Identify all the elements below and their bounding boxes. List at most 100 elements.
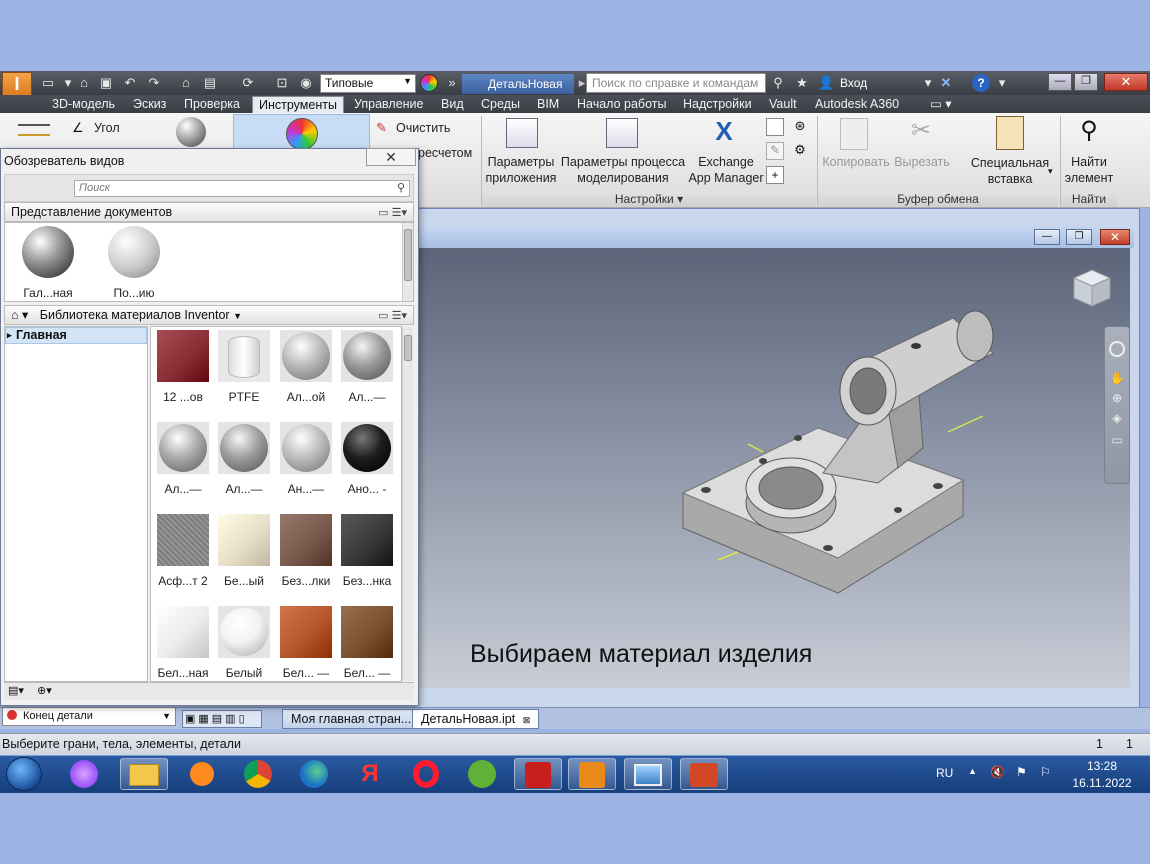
- appearance-dropdown[interactable]: Типовые ▼: [320, 74, 416, 93]
- save-icon[interactable]: ▣: [98, 75, 114, 91]
- cut-button[interactable]: Вырезать: [892, 154, 952, 170]
- action-center-icon[interactable]: ⚐: [1040, 765, 1051, 779]
- look-at-icon[interactable]: ▭: [1110, 433, 1124, 447]
- material-swatch[interactable]: [218, 330, 270, 382]
- help-dropdown-icon[interactable]: ▾: [994, 75, 1010, 91]
- binoculars-icon[interactable]: ⚲: [770, 75, 786, 91]
- yandex-alice-icon[interactable]: [60, 758, 108, 790]
- home-icon[interactable]: ⌂: [178, 75, 194, 91]
- dialog-close-button[interactable]: ✕: [366, 148, 416, 166]
- clock-time[interactable]: 13:28: [1072, 759, 1132, 773]
- app-options-button[interactable]: Параметры приложения: [484, 154, 558, 186]
- exchange-app-manager-button[interactable]: Exchange App Manager: [686, 154, 766, 186]
- start-button[interactable]: [6, 757, 42, 791]
- utorrent-icon[interactable]: [458, 758, 506, 790]
- tab-inspect[interactable]: Проверка: [178, 96, 246, 113]
- help-icon[interactable]: ?: [972, 74, 990, 92]
- help-search-input[interactable]: Поиск по справке и командам: [586, 73, 766, 93]
- material-swatch[interactable]: [157, 514, 209, 566]
- redo-icon[interactable]: ↷: [146, 75, 162, 91]
- zoom-icon[interactable]: ⊕: [1110, 391, 1124, 405]
- model-browser-end-of-part[interactable]: Конец детали ▼: [2, 707, 176, 726]
- close-button[interactable]: ✕: [1104, 73, 1148, 91]
- model-viewport[interactable]: [418, 248, 1130, 688]
- tab-sketch[interactable]: Эскиз: [127, 96, 172, 113]
- update-icon[interactable]: ⟳: [240, 75, 256, 91]
- exchange-x-icon[interactable]: ✕: [938, 75, 954, 91]
- expand-arrow-icon[interactable]: ▸: [7, 328, 12, 343]
- tree-item-main[interactable]: ▸ Главная: [5, 327, 147, 344]
- material-swatch[interactable]: [218, 422, 270, 474]
- clear-button[interactable]: Очистить: [396, 120, 450, 136]
- library-manage-icon[interactable]: ▤▾: [8, 685, 24, 697]
- orbit-icon[interactable]: ◈: [1110, 411, 1124, 425]
- tray-expand-icon[interactable]: ▲: [968, 766, 977, 776]
- language-indicator[interactable]: RU: [936, 766, 953, 780]
- material-swatch[interactable]: [157, 330, 209, 382]
- favorites-star-icon[interactable]: ★: [794, 75, 810, 91]
- copy-button[interactable]: Копировать: [820, 154, 892, 170]
- doc-scrollbar[interactable]: [402, 223, 413, 301]
- material-swatch[interactable]: [280, 514, 332, 566]
- edge-icon[interactable]: [290, 758, 338, 790]
- tab-tools[interactable]: Инструменты: [252, 96, 344, 113]
- close-tab-icon[interactable]: ⊠: [523, 715, 531, 725]
- doc-settings-button[interactable]: Параметры процесса моделирования: [560, 154, 686, 186]
- material-swatch[interactable]: [218, 514, 270, 566]
- network-icon[interactable]: ⚑: [1016, 765, 1027, 779]
- material-search-input[interactable]: Поиск ⚲: [74, 180, 410, 197]
- media-player-icon[interactable]: [178, 758, 226, 790]
- steering-wheel-icon[interactable]: [1109, 341, 1125, 357]
- material-sphere-icon[interactable]: [176, 117, 206, 147]
- addin-manager-icon[interactable]: ⊛: [790, 118, 810, 136]
- opera-icon[interactable]: [402, 758, 450, 790]
- pan-icon[interactable]: ✋: [1110, 371, 1125, 385]
- material-swatch[interactable]: [157, 606, 209, 658]
- window-arrange-icons[interactable]: ▣▦▤▥▯: [182, 710, 262, 728]
- powerpoint-icon[interactable]: [680, 758, 728, 790]
- tab-get-started[interactable]: Начало работы: [571, 96, 672, 113]
- project-icon[interactable]: ▤: [202, 75, 218, 91]
- material-swatch[interactable]: [280, 422, 332, 474]
- clock-date[interactable]: 16.11.2022: [1064, 776, 1140, 790]
- tab-autodesk-a360[interactable]: Autodesk A360: [809, 96, 905, 113]
- tab-part-document[interactable]: ДетальНовая.ipt ⊠: [412, 709, 540, 729]
- library-header[interactable]: ⌂ ▾ Библиотека материалов Inventor ▼ ▭ ☰…: [4, 305, 414, 325]
- tab-view[interactable]: Вид: [435, 96, 470, 113]
- document-materials-header[interactable]: Представление документов ▭ ☰▾: [4, 202, 414, 222]
- part-model[interactable]: [418, 248, 1130, 688]
- acrobat-icon[interactable]: [514, 758, 562, 790]
- grid-scrollbar[interactable]: [402, 327, 413, 681]
- event-watcher-icon[interactable]: ⚙: [790, 142, 810, 160]
- material-swatch[interactable]: [218, 606, 270, 658]
- dropdown-arrow-icon[interactable]: ▾: [60, 75, 76, 91]
- find-element-button[interactable]: Найти элемент: [1062, 154, 1116, 186]
- vba-icon[interactable]: ✎: [766, 142, 784, 160]
- measure-distance-icon[interactable]: [18, 124, 50, 136]
- viewcube[interactable]: [1072, 268, 1112, 308]
- material-swatch[interactable]: [341, 422, 393, 474]
- material-icon[interactable]: ◉: [298, 75, 314, 91]
- chrome-icon[interactable]: [234, 758, 282, 790]
- tab-3d-model[interactable]: 3D-модель: [46, 96, 121, 113]
- viewport-minimize-button[interactable]: —: [1034, 229, 1060, 245]
- tab-add-ins[interactable]: Надстройки: [677, 96, 758, 113]
- tab-my-home[interactable]: Моя главная стран...: [282, 709, 421, 729]
- chrome-sphere-icon[interactable]: [22, 226, 74, 278]
- view-options-icon[interactable]: ▭ ☰▾: [378, 307, 407, 325]
- material-swatch[interactable]: [280, 606, 332, 658]
- search-icon[interactable]: ⚲: [397, 181, 405, 196]
- volume-muted-icon[interactable]: 🔇: [990, 765, 1005, 779]
- recalc-label[interactable]: ресчетом: [418, 145, 472, 161]
- yandex-browser-icon[interactable]: Я: [346, 758, 394, 790]
- customize-icon[interactable]: +: [766, 166, 784, 184]
- tab-vault[interactable]: Vault: [763, 96, 803, 113]
- viewport-restore-button[interactable]: ❐: [1066, 229, 1092, 245]
- tab-bim[interactable]: BIM: [531, 96, 565, 113]
- color-override-icon[interactable]: [420, 74, 438, 92]
- material-swatch[interactable]: [157, 422, 209, 474]
- ribbon-display-toggle-icon[interactable]: ▭ ▾: [924, 96, 958, 113]
- create-material-icon[interactable]: ⊕▾: [37, 685, 52, 697]
- measure-angle-label[interactable]: Угол: [94, 120, 120, 136]
- home-icon[interactable]: ⌂ ▾: [11, 308, 28, 322]
